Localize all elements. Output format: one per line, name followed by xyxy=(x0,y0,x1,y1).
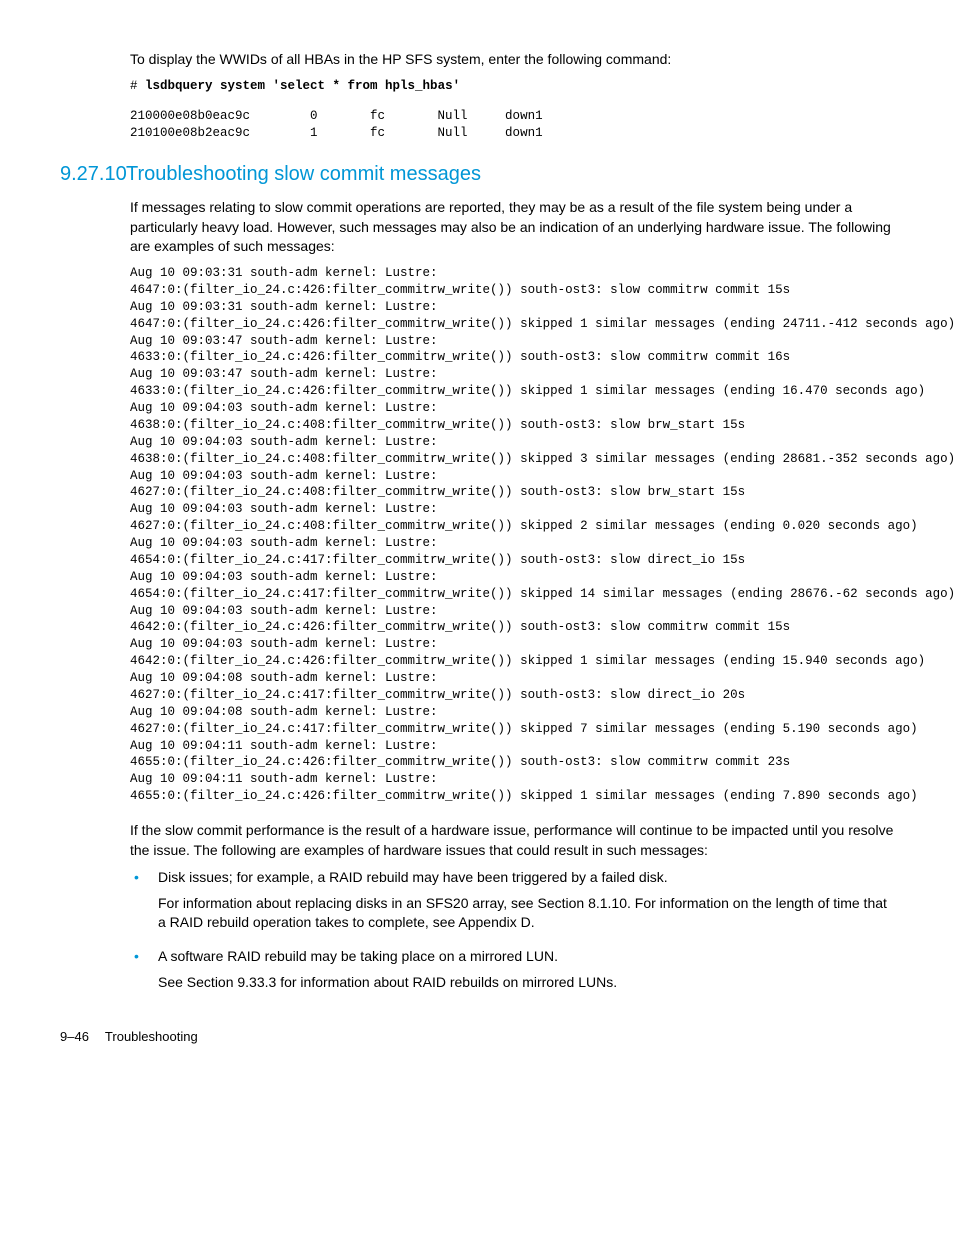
section-heading: 9.27.10Troubleshooting slow commit messa… xyxy=(60,160,894,188)
bullet-list: Disk issues; for example, a RAID rebuild… xyxy=(130,868,894,992)
page-footer: 9–46 Troubleshooting xyxy=(60,1028,894,1046)
command-block: # lsdbquery system 'select * from hpls_h… xyxy=(130,78,894,95)
list-item: A software RAID rebuild may be taking pl… xyxy=(130,947,894,992)
bullet-main: A software RAID rebuild may be taking pl… xyxy=(158,947,894,967)
section-number: 9.27.10 xyxy=(60,160,126,188)
prompt: # xyxy=(130,79,145,93)
footer-title: Troubleshooting xyxy=(105,1029,198,1044)
list-item: Disk issues; for example, a RAID rebuild… xyxy=(130,868,894,933)
bullet-sub: See Section 9.33.3 for information about… xyxy=(158,973,894,993)
log-output: Aug 10 09:03:31 south-adm kernel: Lustre… xyxy=(130,265,894,805)
section-title: Troubleshooting slow commit messages xyxy=(126,163,481,185)
bullet-sub: For information about replacing disks in… xyxy=(158,894,894,933)
page-number: 9–46 xyxy=(60,1029,89,1044)
intro-paragraph: To display the WWIDs of all HBAs in the … xyxy=(130,50,894,70)
command-text: lsdbquery system 'select * from hpls_hba… xyxy=(145,79,460,93)
command-output: 210000e08b0eac9c 0 fc Null down1 210100e… xyxy=(130,108,894,142)
bullet-main: Disk issues; for example, a RAID rebuild… xyxy=(158,868,894,888)
paragraph-1: If messages relating to slow commit oper… xyxy=(130,198,894,257)
paragraph-2: If the slow commit performance is the re… xyxy=(130,821,894,860)
